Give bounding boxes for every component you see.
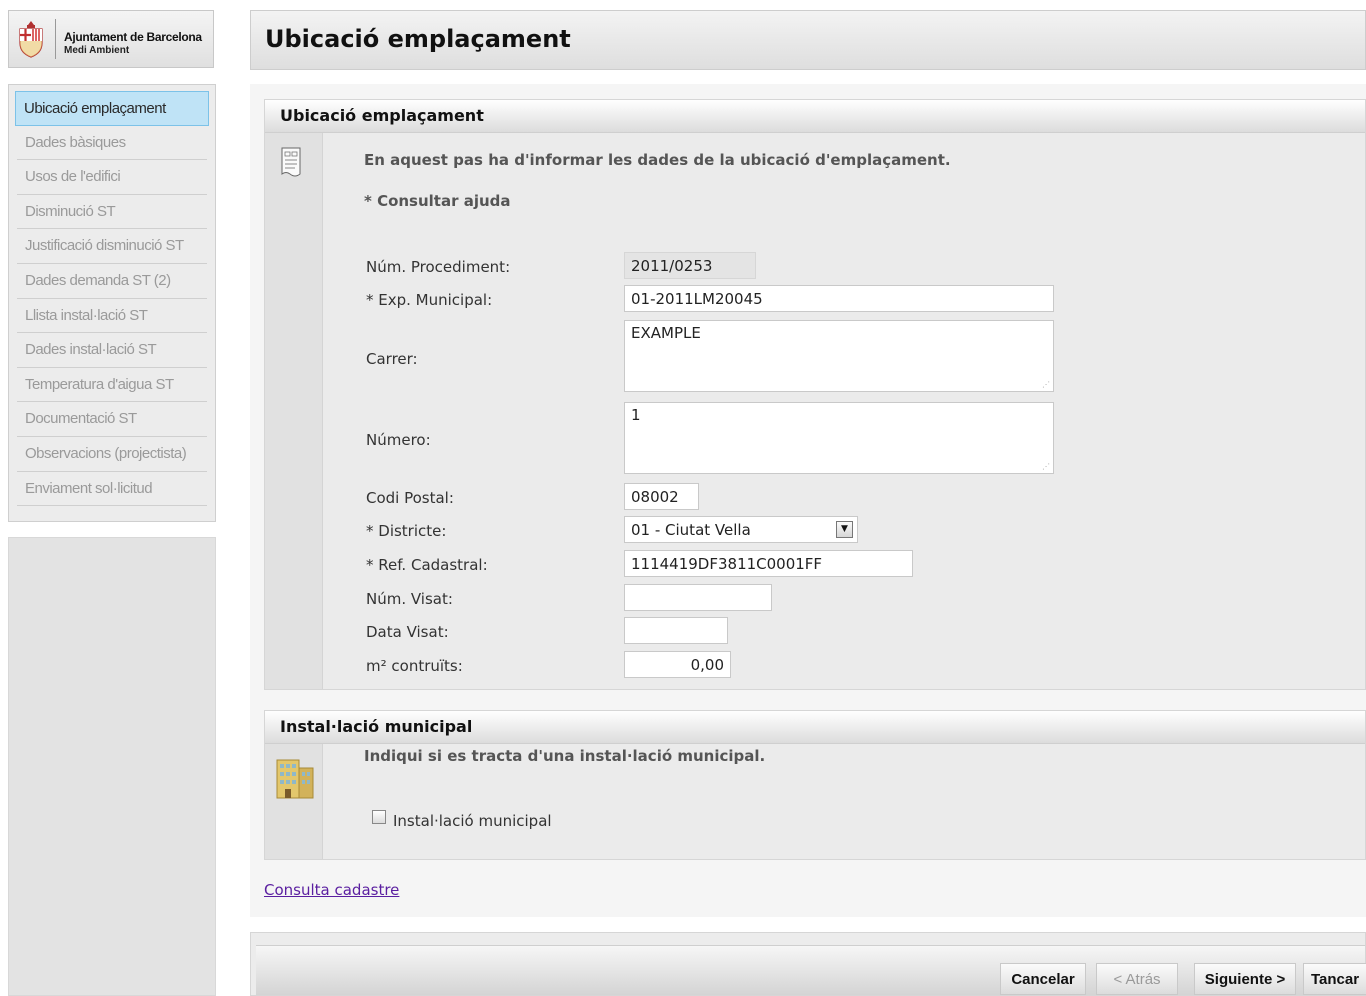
close-button[interactable]: Tancar bbox=[1303, 963, 1366, 995]
chevron-down-icon[interactable]: ▼ bbox=[836, 521, 853, 538]
data-visat-label: Data Visat: bbox=[366, 623, 449, 641]
location-section-gutter bbox=[265, 133, 323, 689]
logo-divider bbox=[55, 19, 56, 59]
document-icon bbox=[281, 147, 301, 177]
procediment-label: Núm. Procediment: bbox=[366, 258, 511, 276]
location-intro: En aquest pas ha d'informar les dades de… bbox=[364, 151, 951, 169]
resize-grip-icon[interactable]: ⋰ bbox=[1042, 380, 1050, 389]
municipal-checkbox-label[interactable]: Instal·lació municipal bbox=[393, 812, 552, 830]
districte-select[interactable]: 01 - Ciutat Vella ▼ bbox=[624, 516, 858, 543]
numero-value: 1 bbox=[631, 406, 641, 424]
ref-cadastral-input[interactable]: 1114419DF3811C0001FF bbox=[624, 550, 913, 577]
sidebar-item-dades-installacio[interactable]: Dades instal·lació ST bbox=[17, 333, 207, 368]
page-header: Ubicació emplaçament bbox=[250, 10, 1366, 70]
sidebar-item-observacions[interactable]: Observacions (projectista) bbox=[17, 437, 207, 472]
brand-department: Medi Ambient bbox=[64, 45, 130, 56]
municipal-intro: Indiqui si es tracta d'una instal·lació … bbox=[364, 747, 766, 765]
numero-label: Número: bbox=[366, 431, 431, 449]
carrer-textarea[interactable]: EXAMPLE ⋰ bbox=[624, 320, 1054, 392]
data-visat-input[interactable] bbox=[624, 617, 728, 644]
sidebar-nav: Ubicació emplaçament Dades bàsiques Usos… bbox=[8, 84, 216, 522]
brand-logo[interactable]: Ajuntament de Barcelona Medi Ambient bbox=[8, 10, 214, 68]
m2-input[interactable]: 0,00 bbox=[624, 651, 731, 678]
codi-postal-label: Codi Postal: bbox=[366, 489, 454, 507]
exp-municipal-input[interactable]: 01-2011LM20045 bbox=[624, 285, 1054, 312]
back-button[interactable]: < Atrás bbox=[1096, 963, 1178, 995]
sidebar-item-llista-installacio[interactable]: Llista instal·lació ST bbox=[17, 299, 207, 334]
districte-label: * Districte: bbox=[366, 522, 447, 540]
municipal-checkbox[interactable] bbox=[372, 810, 386, 824]
procediment-field: 2011/0253 bbox=[624, 252, 756, 279]
carrer-value: EXAMPLE bbox=[631, 324, 701, 342]
page-title: Ubicació emplaçament bbox=[265, 25, 571, 53]
location-section-title: Ubicació emplaçament bbox=[265, 100, 1365, 133]
m2-label: m² contruïts: bbox=[366, 657, 463, 675]
location-section: Ubicació emplaçament En aquest pas ha d'… bbox=[264, 99, 1366, 690]
wizard-footer: Cancelar < Atrás Siguiente > Tancar bbox=[250, 932, 1366, 996]
codi-postal-input[interactable]: 08002 bbox=[624, 483, 699, 510]
sidebar-item-enviament[interactable]: Enviament sol·licitud bbox=[17, 472, 207, 507]
exp-municipal-label: * Exp. Municipal: bbox=[366, 291, 493, 309]
sidebar-item-ubicacio[interactable]: Ubicació emplaçament bbox=[15, 91, 209, 126]
next-button[interactable]: Siguiente > bbox=[1194, 963, 1296, 995]
sidebar-item-usos-edifici[interactable]: Usos de l'edifici bbox=[17, 160, 207, 195]
main-panel: Ubicació emplaçament En aquest pas ha d'… bbox=[250, 84, 1366, 917]
barcelona-shield-icon bbox=[19, 21, 43, 58]
sidebar-item-disminucio[interactable]: Disminució ST bbox=[17, 195, 207, 230]
municipal-section-gutter bbox=[265, 744, 323, 859]
municipal-section-title: Instal·lació municipal bbox=[265, 711, 1365, 744]
sidebar-item-dades-demanda[interactable]: Dades demanda ST (2) bbox=[17, 264, 207, 299]
num-visat-label: Núm. Visat: bbox=[366, 590, 453, 608]
municipal-section: Instal·lació municipal Indiqui si es tra… bbox=[264, 710, 1366, 860]
sidebar-item-justificacio[interactable]: Justificació disminució ST bbox=[17, 229, 207, 264]
brand-name: Ajuntament de Barcelona bbox=[64, 30, 202, 44]
cancel-button[interactable]: Cancelar bbox=[1000, 963, 1086, 995]
sidebar-item-dades-basiques[interactable]: Dades bàsiques bbox=[17, 126, 207, 161]
building-icon bbox=[276, 759, 314, 799]
districte-value: 01 - Ciutat Vella bbox=[631, 521, 751, 539]
help-link[interactable]: * Consultar ajuda bbox=[364, 192, 511, 210]
numero-textarea[interactable]: 1 ⋰ bbox=[624, 402, 1054, 474]
ref-cadastral-label: * Ref. Cadastral: bbox=[366, 556, 488, 574]
resize-grip-icon[interactable]: ⋰ bbox=[1042, 462, 1050, 471]
num-visat-input[interactable] bbox=[624, 584, 772, 611]
sidebar-filler bbox=[8, 537, 216, 996]
consulta-cadastre-link[interactable]: Consulta cadastre bbox=[264, 881, 399, 899]
carrer-label: Carrer: bbox=[366, 350, 418, 368]
sidebar-item-documentacio[interactable]: Documentació ST bbox=[17, 402, 207, 437]
sidebar-item-temperatura[interactable]: Temperatura d'aigua ST bbox=[17, 368, 207, 403]
